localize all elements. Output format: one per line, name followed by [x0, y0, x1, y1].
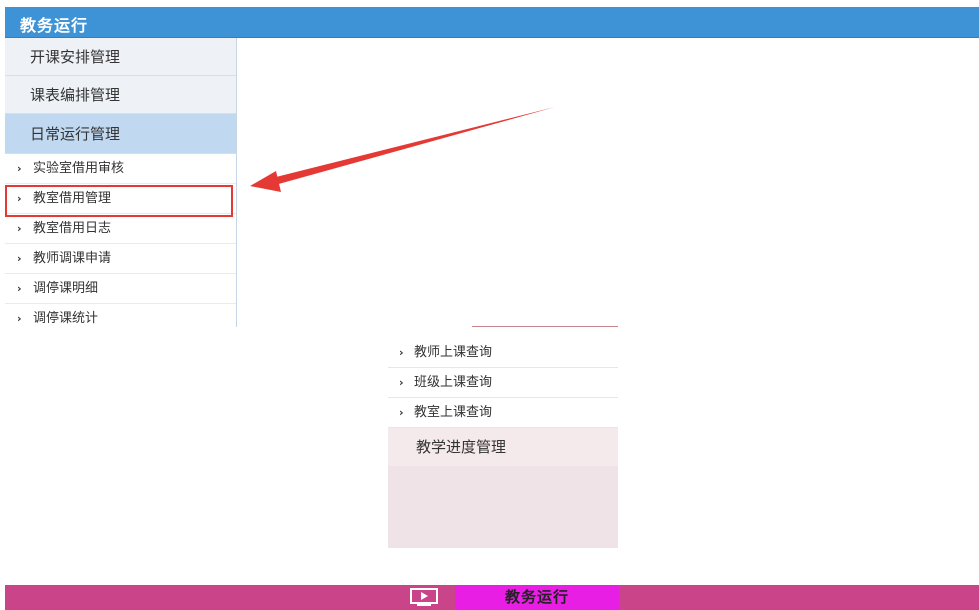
menu-item-label: 教室上课查询: [414, 405, 493, 420]
menu-item-label: 教师调课申请: [33, 251, 112, 266]
menu-item-teacher-class-adjust[interactable]: › 教师调课申请: [5, 244, 236, 274]
menu-item-class-suspension-stats[interactable]: › 调停课统计: [5, 304, 236, 327]
menu-item-label: 调停课统计: [33, 311, 99, 326]
menu-item-class-suspension-detail[interactable]: › 调停课明细: [5, 274, 236, 304]
chevron-right-icon: ›: [17, 192, 22, 205]
menu-item-label: 班级上课查询: [414, 375, 493, 390]
header-title: 教务运行: [20, 16, 89, 35]
left-sidebar-menu: 开课安排管理 课表编排管理 日常运行管理 › 实验室借用审核 › 教室借用管理 …: [5, 38, 237, 327]
menu-item-classroom-borrow-management[interactable]: › 教室借用管理: [5, 184, 236, 214]
menu-category-teaching-progress[interactable]: 教学进度管理: [388, 428, 618, 466]
menu-item-label: 教室借用管理: [33, 191, 112, 206]
menu-panel-background: [388, 466, 618, 548]
menu-item-classroom-borrow-log[interactable]: › 教室借用日志: [5, 214, 236, 244]
chevron-right-icon: ›: [399, 376, 404, 389]
menu-category-label: 开课安排管理: [30, 48, 121, 66]
menu-item-label: 教室借用日志: [33, 221, 112, 236]
chevron-right-icon: ›: [399, 406, 404, 419]
menu-item-lab-borrow-review[interactable]: › 实验室借用审核: [5, 154, 236, 184]
chevron-right-icon: ›: [399, 346, 404, 359]
chevron-right-icon: ›: [17, 222, 22, 235]
menu-category-course-arrangement[interactable]: 开课安排管理: [5, 38, 236, 76]
chevron-right-icon: ›: [17, 282, 22, 295]
screenshot-page: 教务运行 开课安排管理 课表编排管理 日常运行管理 › 实验室借用审核 › 教室…: [0, 0, 979, 610]
app-header: 教务运行: [5, 7, 979, 38]
menu-category-label: 日常运行管理: [30, 125, 121, 143]
chevron-right-icon: ›: [17, 312, 22, 325]
menu-category-label: 课表编排管理: [30, 86, 121, 104]
bottom-tab-academic-operation[interactable]: 教务运行: [455, 585, 619, 610]
menu-item-classroom-query[interactable]: › 教室上课查询: [388, 398, 618, 428]
menu-item-teacher-class-query[interactable]: › 教师上课查询: [388, 338, 618, 368]
chevron-right-icon: ›: [17, 162, 22, 175]
middle-menu-panel: › 教师上课查询 › 班级上课查询 › 教室上课查询 教学进度管理: [388, 326, 618, 548]
menu-item-label: 调停课明细: [33, 281, 99, 296]
menu-item-label: 实验室借用审核: [33, 161, 125, 176]
menu-category-timetable[interactable]: 课表编排管理: [5, 76, 236, 114]
divider: [472, 326, 618, 327]
menu-category-daily-operation[interactable]: 日常运行管理: [5, 114, 236, 154]
arrow-shaft: [272, 107, 555, 185]
menu-category-label: 教学进度管理: [416, 438, 507, 456]
arrow-head: [250, 171, 281, 192]
chevron-right-icon: ›: [17, 252, 22, 265]
bottom-tab-label: 教务运行: [504, 588, 569, 606]
menu-item-label: 教师上课查询: [414, 345, 493, 360]
play-screen-icon[interactable]: [409, 588, 439, 607]
bottom-taskbar: 教务运行: [5, 585, 979, 610]
menu-item-class-query[interactable]: › 班级上课查询: [388, 368, 618, 398]
